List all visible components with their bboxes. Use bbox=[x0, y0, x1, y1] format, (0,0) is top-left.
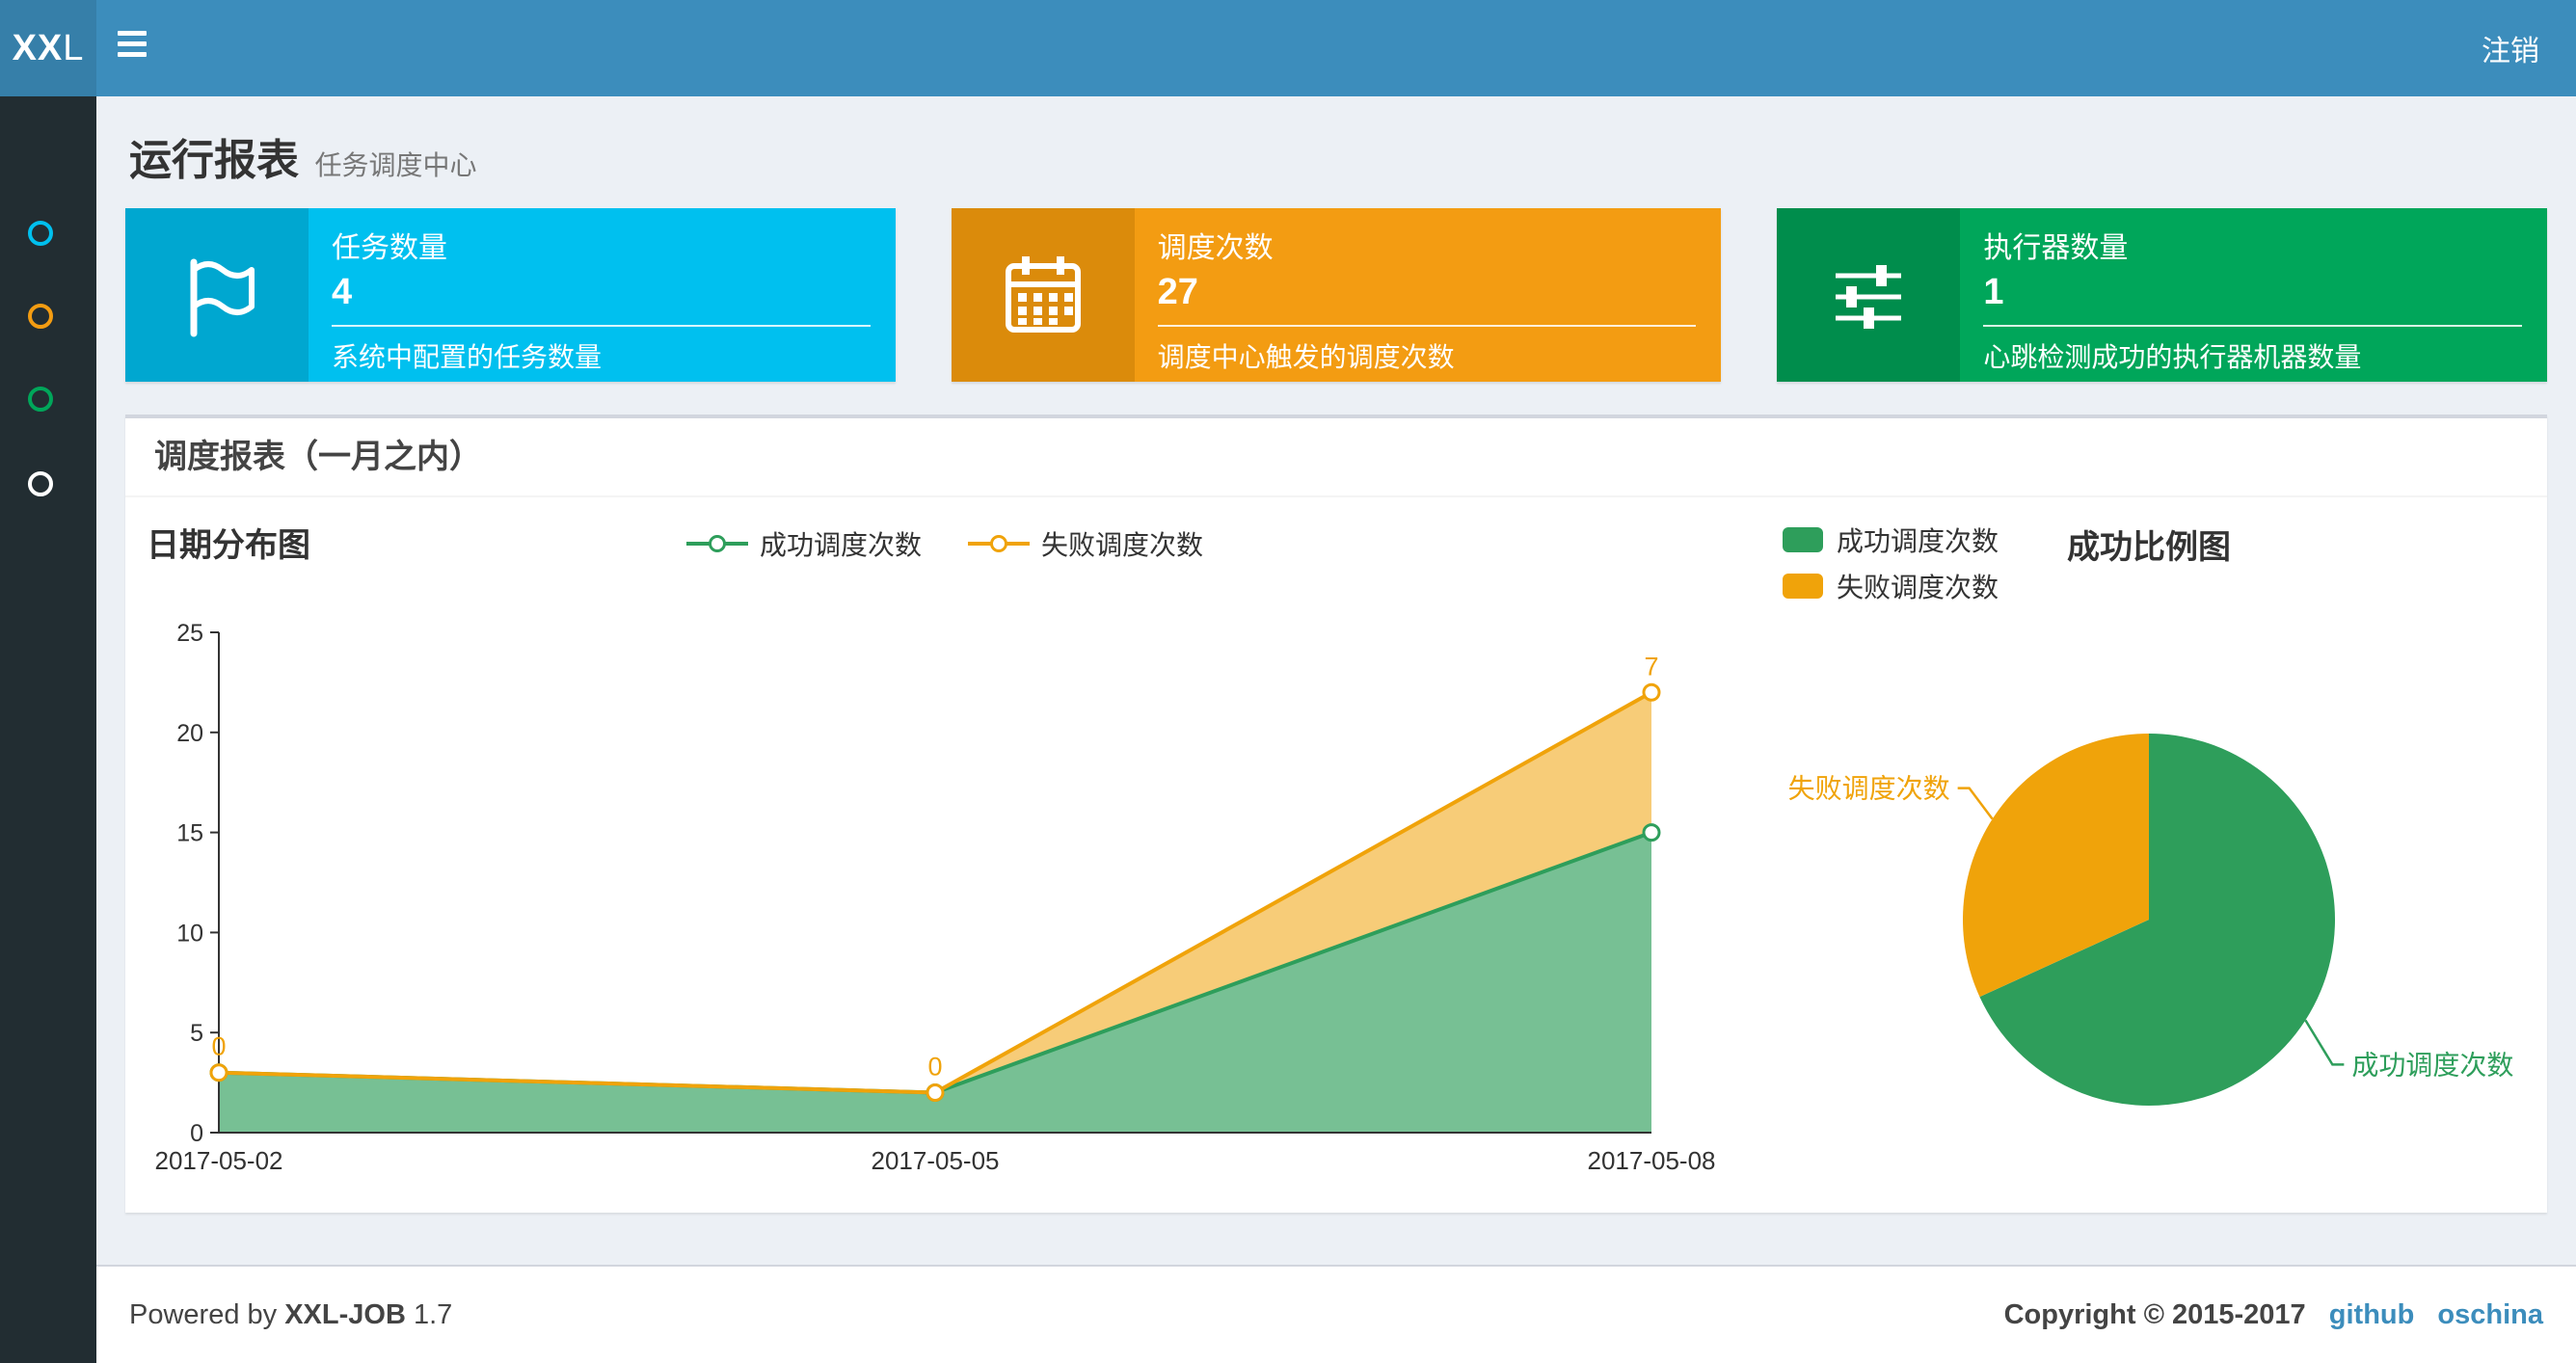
info-box-title: 调度次数 bbox=[1157, 232, 1274, 264]
info-box-value: 1 bbox=[1983, 272, 2004, 312]
oschina-link[interactable]: oschina bbox=[2437, 1299, 2543, 1330]
page-title: 运行报表 bbox=[129, 137, 299, 184]
svg-text:2017-05-05: 2017-05-05 bbox=[872, 1146, 1000, 1175]
pie-chart-legend: 成功调度次数 失败调度次数 bbox=[1783, 517, 1999, 609]
legend-item-fail[interactable]: 失败调度次数 bbox=[968, 524, 1203, 563]
copyright-text: Copyright © 2015-2017 bbox=[2003, 1298, 2306, 1330]
panel-body: 日期分布图 成功调度次数 失败调度次数 0 5 10 15 20 25 2017… bbox=[125, 497, 2547, 1213]
github-link[interactable]: github bbox=[2329, 1299, 2415, 1330]
sidebar-item-1[interactable] bbox=[0, 204, 96, 262]
info-box-description: 心跳检测成功的执行器机器数量 bbox=[1983, 342, 2362, 372]
svg-text:0: 0 bbox=[190, 1120, 203, 1147]
info-box-jobs: 任务数量 4 系统中配置的任务数量 bbox=[125, 208, 896, 382]
line-marker-icon bbox=[685, 534, 748, 553]
app-logo[interactable]: XX L bbox=[0, 0, 96, 96]
svg-text:15: 15 bbox=[176, 820, 203, 847]
legend-item-fail[interactable]: 失败调度次数 bbox=[1783, 563, 1999, 609]
legend-item-success[interactable]: 成功调度次数 bbox=[685, 524, 922, 563]
info-box-content: 执行器数量 1 心跳检测成功的执行器机器数量 bbox=[1960, 208, 2547, 382]
report-panel: 调度报表（一月之内） 日期分布图 成功调度次数 失败调度次数 0 5 10 15… bbox=[125, 414, 2547, 1213]
circle-icon bbox=[28, 304, 53, 329]
pie-chart-title: 成功比例图 bbox=[2067, 529, 2231, 566]
product-name: XXL-JOB bbox=[284, 1298, 406, 1330]
page-header: 运行报表 任务调度中心 bbox=[96, 96, 2576, 208]
version: 1.7 bbox=[413, 1298, 453, 1330]
legend-item-success[interactable]: 成功调度次数 bbox=[1783, 517, 1999, 563]
sidebar-item-4[interactable] bbox=[0, 455, 96, 513]
legend-swatch bbox=[1783, 574, 1823, 599]
legend-swatch bbox=[1783, 527, 1823, 552]
panel-title: 调度报表（一月之内） bbox=[125, 418, 2547, 497]
svg-text:失败调度次数: 失败调度次数 bbox=[1788, 774, 1950, 804]
line-marker-icon bbox=[968, 534, 1030, 553]
top-navbar: XX L 注销 bbox=[0, 0, 2576, 96]
calendar-icon bbox=[951, 208, 1135, 382]
svg-text:10: 10 bbox=[176, 920, 203, 947]
svg-text:5: 5 bbox=[190, 1020, 203, 1047]
circle-icon bbox=[28, 221, 53, 246]
xxl-job-dashboard: XX L 注销 运行报表 任务调度中心 任务数量 4 系统中配置的任务数量 调度… bbox=[0, 0, 2576, 1363]
info-box-value: 4 bbox=[332, 272, 353, 312]
date-distribution-chart: 05101520252017-05-02 2017-05-05 2017-05-08… bbox=[155, 620, 1716, 1175]
svg-text:2017-05-08: 2017-05-08 bbox=[1588, 1146, 1716, 1175]
divider bbox=[332, 325, 871, 327]
circle-icon bbox=[28, 387, 53, 412]
svg-text:0: 0 bbox=[927, 1052, 942, 1081]
info-box-content: 调度次数 27 调度中心触发的调度次数 bbox=[1135, 208, 1722, 382]
circle-icon bbox=[28, 471, 53, 496]
info-box-executors: 执行器数量 1 心跳检测成功的执行器机器数量 bbox=[1777, 208, 2548, 382]
svg-text:7: 7 bbox=[1644, 652, 1658, 681]
svg-text:0: 0 bbox=[211, 1032, 226, 1061]
divider bbox=[1983, 325, 2523, 327]
svg-text:成功调度次数: 成功调度次数 bbox=[2351, 1050, 2513, 1080]
svg-text:25: 25 bbox=[176, 620, 203, 647]
info-box-description: 系统中配置的任务数量 bbox=[332, 342, 603, 372]
page-subtitle: 任务调度中心 bbox=[314, 150, 477, 180]
info-box-description: 调度中心触发的调度次数 bbox=[1157, 342, 1455, 372]
flag-icon bbox=[125, 208, 309, 382]
logo-text-bold: XX bbox=[12, 27, 64, 68]
sidebar-item-2[interactable] bbox=[0, 287, 96, 345]
powered-by: Powered by XXL-JOB 1.7 bbox=[129, 1298, 453, 1330]
info-box-value: 27 bbox=[1157, 272, 1198, 312]
line-chart-legend: 成功调度次数 失败调度次数 bbox=[125, 524, 1764, 563]
svg-text:2017-05-02: 2017-05-02 bbox=[155, 1146, 283, 1175]
sidebar-item-3[interactable] bbox=[0, 370, 96, 428]
logo-text-light: L bbox=[63, 27, 85, 68]
sidebar bbox=[0, 96, 96, 1363]
divider bbox=[1157, 325, 1697, 327]
sliders-icon bbox=[1777, 208, 1961, 382]
info-box-title: 执行器数量 bbox=[1983, 232, 2129, 264]
logout-link[interactable]: 注销 bbox=[2445, 0, 2576, 96]
info-box-triggers: 调度次数 27 调度中心触发的调度次数 bbox=[951, 208, 1722, 382]
info-box-row: 任务数量 4 系统中配置的任务数量 调度次数 27 调度中心触发的调度次数 执行… bbox=[96, 208, 2576, 382]
copyright-area: Copyright © 2015-2017 github oschina bbox=[2004, 1299, 2543, 1331]
content-area: 运行报表 任务调度中心 任务数量 4 系统中配置的任务数量 调度次数 27 调度… bbox=[96, 96, 2576, 1363]
footer: Powered by XXL-JOB 1.7 Copyright © 2015-… bbox=[96, 1265, 2576, 1363]
info-box-content: 任务数量 4 系统中配置的任务数量 bbox=[309, 208, 896, 382]
svg-text:20: 20 bbox=[176, 720, 203, 747]
info-box-title: 任务数量 bbox=[332, 232, 447, 264]
menu-toggle-icon[interactable] bbox=[118, 31, 147, 66]
